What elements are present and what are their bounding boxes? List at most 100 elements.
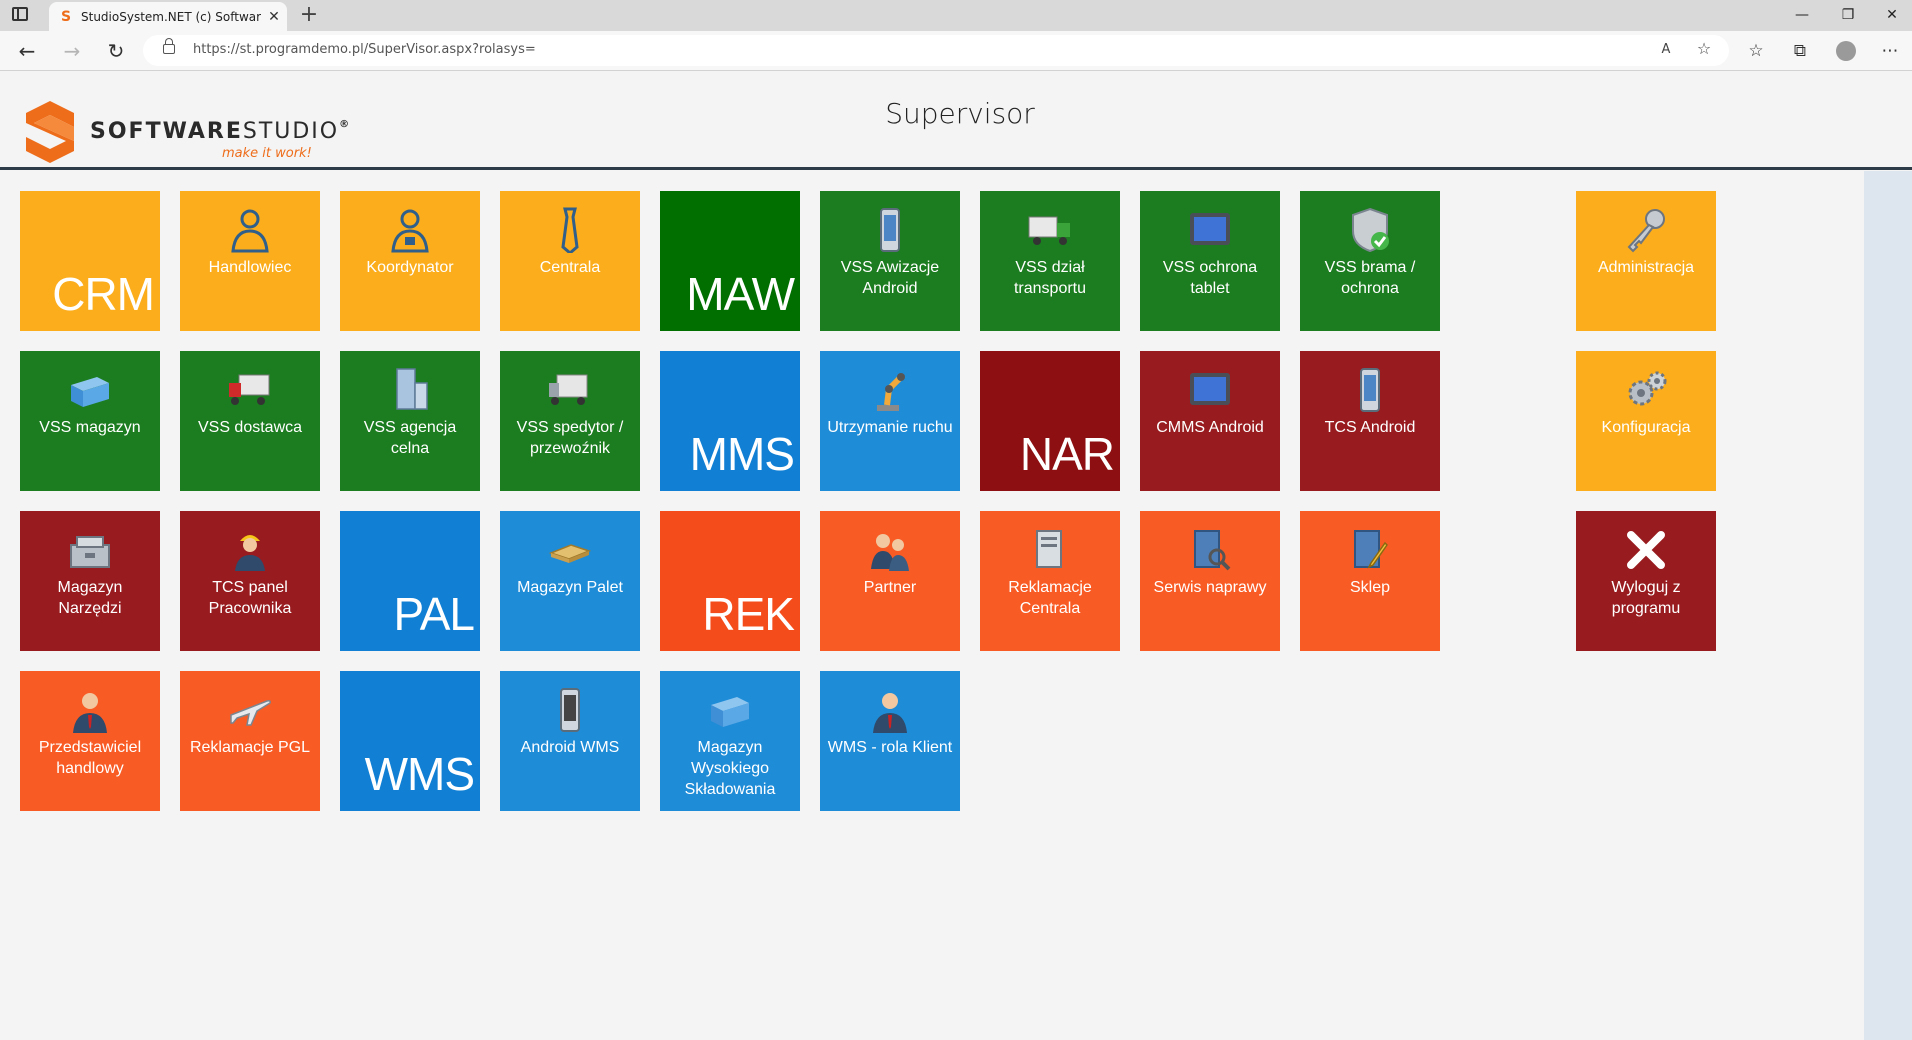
green-truck-icon xyxy=(1028,216,1070,245)
tile-nar-label: NAR xyxy=(1019,428,1115,480)
mobile-phone-icon xyxy=(1360,368,1380,412)
browser-tab[interactable]: S StudioSystem.NET (c) SoftwareSt ✕ xyxy=(49,2,287,31)
tile-wyloguj[interactable]: Wyloguj z programu xyxy=(1576,511,1716,651)
tile-vss-brama[interactable]: VSS brama / ochrona xyxy=(1300,191,1440,331)
reload-button[interactable]: ↻ xyxy=(104,39,128,63)
tile-wms-klient[interactable]: WMS - rola Klient xyxy=(820,671,960,811)
window-close-button[interactable]: ✕ xyxy=(1870,0,1912,31)
back-button[interactable]: ← xyxy=(15,39,39,63)
tile-partner-label: Partner xyxy=(863,579,917,596)
tile-sklep[interactable]: Sklep xyxy=(1300,511,1440,651)
tile-cmms-android-label: CMMS Android xyxy=(1156,419,1264,436)
profile-avatar[interactable] xyxy=(1836,41,1856,61)
robot-arm-icon xyxy=(877,373,905,411)
tile-vss-magazyn[interactable]: VSS magazyn xyxy=(20,351,160,491)
tab-actions-icon[interactable] xyxy=(12,7,28,21)
office-building-icon xyxy=(396,368,428,410)
tile-vss-awizacje-label: VSS Awizacje Android xyxy=(840,259,940,297)
tile-vss-awizacje[interactable]: VSS Awizacje Android xyxy=(820,191,960,331)
tile-koordynator[interactable]: Koordynator xyxy=(340,191,480,331)
right-side-strip xyxy=(1864,171,1912,1040)
tile-centrala[interactable]: Centrala xyxy=(500,191,640,331)
tile-utrzymanie[interactable]: Utrzymanie ruchu xyxy=(820,351,960,491)
restore-button[interactable]: ❐ xyxy=(1826,0,1870,31)
tile-mws[interactable]: Magazyn Wysokiego Składowania xyxy=(660,671,800,811)
book-pencil-icon xyxy=(1354,530,1388,569)
read-aloud-icon[interactable]: A xyxy=(1653,42,1679,57)
partners-icon xyxy=(871,534,909,571)
more-menu-icon[interactable]: ⋯ xyxy=(1878,39,1902,63)
gears-icon xyxy=(1628,371,1667,406)
tile-mms-label: MMS xyxy=(689,428,795,480)
tile-konfiguracja[interactable]: Konfiguracja xyxy=(1576,351,1716,491)
tile-vss-brama-label: VSS brama / ochrona xyxy=(1324,259,1416,297)
url-text[interactable]: https://st.programdemo.pl/SuperVisor.asp… xyxy=(193,42,536,57)
tablet-icon xyxy=(1190,373,1230,405)
tile-serwis-label: Serwis naprawy xyxy=(1153,579,1267,596)
tile-nar[interactable]: NAR xyxy=(980,351,1120,491)
tile-vss-dostawca[interactable]: VSS dostawca xyxy=(180,351,320,491)
add-favorite-icon[interactable]: ☆ xyxy=(1691,39,1717,58)
tile-android-wms[interactable]: Android WMS xyxy=(500,671,640,811)
tile-tcs-panel[interactable]: TCS panel Pracownika xyxy=(180,511,320,651)
container-icon xyxy=(71,377,109,407)
tile-vss-transport-label: VSS dział transportu xyxy=(1013,259,1087,297)
tile-partner[interactable]: Partner xyxy=(820,511,960,651)
tile-tcs-android[interactable]: TCS Android xyxy=(1300,351,1440,491)
tie-icon xyxy=(561,207,579,253)
tile-konfiguracja-label: Konfiguracja xyxy=(1601,419,1691,436)
address-bar: ← → ↻ https://st.programdemo.pl/SuperVis… xyxy=(0,31,1912,71)
tile-maw[interactable]: MAW xyxy=(660,191,800,331)
tile-vss-spedytor[interactable]: VSS spedytor / przewoźnik xyxy=(500,351,640,491)
tile-android-wms-label: Android WMS xyxy=(520,739,620,756)
tile-vss-spedytor-label: VSS spedytor / przewoźnik xyxy=(516,419,624,457)
tile-administracja[interactable]: Administracja xyxy=(1576,191,1716,331)
document-book-icon xyxy=(1036,530,1062,568)
forward-button[interactable]: → xyxy=(60,39,84,63)
tile-crm[interactable]: CRM xyxy=(20,191,160,331)
tile-handlowiec[interactable]: Handlowiec xyxy=(180,191,320,331)
url-field[interactable]: https://st.programdemo.pl/SuperVisor.asp… xyxy=(143,35,1729,66)
tile-vss-agencja[interactable]: VSS agencja celna xyxy=(340,351,480,491)
tile-cmms-android[interactable]: CMMS Android xyxy=(1140,351,1280,491)
logo-tagline: make it work! xyxy=(222,146,312,161)
tile-vss-agencja-label: VSS agencja celna xyxy=(363,419,457,457)
tile-pal-label: PAL xyxy=(393,588,475,640)
tab-title: StudioSystem.NET (c) SoftwareSt xyxy=(81,9,261,24)
tile-rek[interactable]: REK xyxy=(660,511,800,651)
shield-check-icon xyxy=(1352,207,1389,253)
favorites-icon[interactable]: ☆ xyxy=(1744,39,1768,63)
tile-magazyn-narzedzi-label: Magazyn Narzędzi xyxy=(57,579,123,617)
tile-vss-transport[interactable]: VSS dział transportu xyxy=(980,191,1120,331)
worker-helmet-icon xyxy=(235,535,265,571)
tile-vss-dostawca-label: VSS dostawca xyxy=(197,419,303,436)
tile-mws-label: Magazyn Wysokiego Składowania xyxy=(684,739,776,798)
new-tab-button[interactable]: + xyxy=(296,2,322,28)
tile-reklamacje-pgl[interactable]: Reklamacje PGL xyxy=(180,671,320,811)
tile-magazyn-palet[interactable]: Magazyn Palet xyxy=(500,511,640,651)
lock-icon[interactable] xyxy=(163,38,175,54)
tile-tcs-android-label: TCS Android xyxy=(1324,419,1416,436)
minimize-button[interactable]: — xyxy=(1780,0,1824,31)
airplane-icon xyxy=(230,700,271,726)
tile-wms[interactable]: WMS xyxy=(340,671,480,811)
person-outline-icon xyxy=(231,209,269,253)
tile-tcs-panel-label: TCS panel Pracownika xyxy=(208,579,292,617)
browser-tab-bar: S StudioSystem.NET (c) SoftwareSt ✕ + — … xyxy=(0,0,1912,31)
tile-magazyn-narzedzi[interactable]: Magazyn Narzędzi xyxy=(20,511,160,651)
tile-przedstawiciel[interactable]: Przedstawiciel handlowy xyxy=(20,671,160,811)
tablet-icon xyxy=(1190,213,1230,245)
tab-close-icon[interactable]: ✕ xyxy=(261,9,287,25)
pallet-icon xyxy=(548,544,592,563)
tile-pal[interactable]: PAL xyxy=(340,511,480,651)
coordinator-icon xyxy=(391,209,429,253)
tile-serwis[interactable]: Serwis naprawy xyxy=(1140,511,1280,651)
tile-wms-klient-label: WMS - rola Klient xyxy=(827,739,953,756)
tile-utrzymanie-label: Utrzymanie ruchu xyxy=(827,419,953,436)
collections-icon[interactable]: ⧉ xyxy=(1788,39,1812,63)
tile-reklamacje-centrala[interactable]: Reklamacje Centrala xyxy=(980,511,1120,651)
tile-sklep-label: Sklep xyxy=(1349,579,1391,596)
tile-vss-ochrona-tablet[interactable]: VSS ochrona tablet xyxy=(1140,191,1280,331)
key-icon xyxy=(1627,209,1665,253)
tile-mms[interactable]: MMS xyxy=(660,351,800,491)
